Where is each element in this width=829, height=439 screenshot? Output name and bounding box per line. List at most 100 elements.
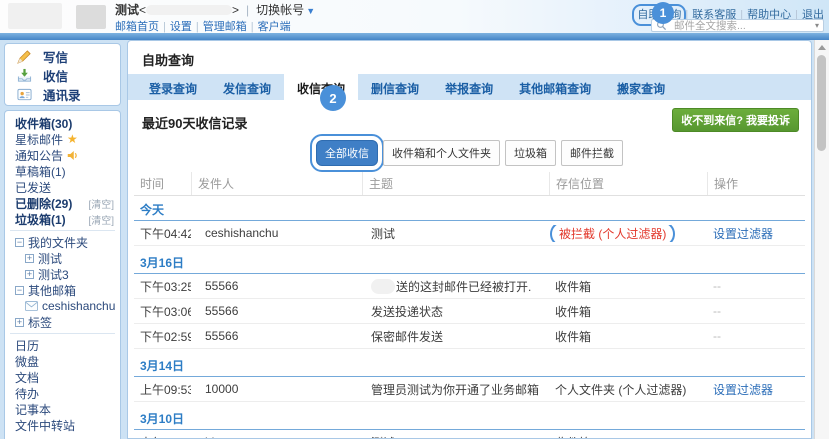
- page-title: 自助查询: [128, 41, 811, 74]
- sidebar-folder-item[interactable]: 文件中转站: [5, 417, 120, 433]
- cell-sender: 55566: [191, 279, 362, 293]
- sidebar-folder-item[interactable]: 垃圾箱(1) [清空]: [5, 211, 120, 227]
- sidebar-folder-item[interactable]: −我的文件夹: [5, 234, 120, 250]
- table-row: 下午02:5955566保密邮件发送收件箱--: [134, 324, 805, 349]
- scroll-up-icon[interactable]: [818, 45, 826, 50]
- no-action-dash: --: [713, 329, 721, 343]
- clear-folder-link[interactable]: [清空]: [88, 212, 114, 227]
- sidebar-folder-item[interactable]: 日历: [5, 337, 120, 353]
- filter-button-0[interactable]: 全部收信: [316, 140, 378, 166]
- sidebar-folder-item[interactable]: 已发送: [5, 179, 120, 195]
- expand-icon[interactable]: +: [25, 270, 34, 279]
- complaint-button[interactable]: 收不到来信? 我要投诉: [672, 108, 799, 132]
- filter-button-3[interactable]: 邮件拦截: [561, 140, 623, 166]
- tab-3[interactable]: 删信查询: [358, 74, 432, 100]
- account-line: 测试<>|切换帐号▼: [115, 3, 315, 18]
- sidebar-folder-item[interactable]: 文档: [5, 369, 120, 385]
- sidebar-action-receive[interactable]: 收信: [5, 66, 120, 85]
- no-action-dash: --: [713, 279, 721, 293]
- scrollbar-thumb[interactable]: [817, 55, 826, 151]
- account-link-3[interactable]: 客户端: [258, 21, 291, 33]
- sidebar-action-compose[interactable]: 写信: [5, 47, 120, 66]
- folder-label: 文档: [15, 369, 39, 386]
- folder-label: 已发送: [15, 179, 51, 196]
- table-row: 下午04:42ceshishanchu测试被拦截 (个人过滤器)设置过滤器: [134, 221, 805, 246]
- tab-5[interactable]: 其他邮箱查询: [506, 74, 604, 100]
- filter-button-1[interactable]: 收件箱和个人文件夹: [383, 140, 500, 166]
- location-text: 收件箱: [555, 436, 591, 439]
- folder-label: 我的文件夹: [28, 234, 88, 251]
- subject-text: 送的这封邮件已经被打开.: [396, 280, 531, 294]
- sidebar-divider: [10, 230, 115, 231]
- cell-time: 上午09:53: [134, 381, 191, 398]
- tab-6[interactable]: 搬家查询: [604, 74, 678, 100]
- cell-subject: 送的这封邮件已经被打开.: [362, 278, 549, 295]
- table-row: 中午11:32hhuu测试收件箱--: [134, 430, 805, 439]
- sidebar-folder-item[interactable]: −其他邮箱: [5, 282, 120, 298]
- sidebar-action-contacts[interactable]: 通讯录: [5, 85, 120, 104]
- subject-text: 发送投递状态: [371, 305, 443, 319]
- sidebar-folder-item[interactable]: 通知公告: [5, 147, 120, 163]
- folder-label: ceshishanchu: [42, 299, 115, 313]
- tab-0[interactable]: 登录查询: [136, 74, 210, 100]
- annotation-step-1: 1: [652, 2, 674, 24]
- tab-4[interactable]: 举报查询: [432, 74, 506, 100]
- sidebar-folder-item[interactable]: +测试: [5, 250, 120, 266]
- cell-location: 收件箱: [549, 303, 707, 320]
- link-separator: |: [251, 21, 254, 33]
- cell-subject: 测试: [362, 434, 549, 439]
- cell-location: 个人文件夹 (个人过滤器): [549, 381, 707, 398]
- table-body: 今天下午04:42ceshishanchu测试被拦截 (个人过滤器)设置过滤器3…: [134, 198, 805, 439]
- account-link-1[interactable]: 设置: [170, 21, 192, 33]
- search-box[interactable]: ▾: [651, 19, 824, 32]
- mail-table: 时间发件人主题存信位置操作 今天下午04:42ceshishanchu测试被拦截…: [134, 172, 805, 439]
- account-link-2[interactable]: 管理邮箱: [203, 21, 247, 33]
- sidebar-folder-item[interactable]: 草稿箱(1): [5, 163, 120, 179]
- switch-account-dropdown-icon[interactable]: ▼: [306, 6, 315, 16]
- folder-label: 日历: [15, 337, 39, 354]
- cell-action: 设置过滤器: [707, 225, 805, 242]
- folder-label: 其他邮箱: [28, 282, 76, 299]
- sidebar-folder-item[interactable]: 已删除(29)[清空]: [5, 195, 120, 211]
- cell-time: 中午11:32: [134, 434, 191, 439]
- set-filter-link[interactable]: 设置过滤器: [713, 227, 773, 241]
- cell-sender: 10000: [191, 382, 362, 396]
- tab-1[interactable]: 发信查询: [210, 74, 284, 100]
- sidebar-folder-item[interactable]: +测试3: [5, 266, 120, 282]
- account-link-0[interactable]: 邮箱首页: [115, 21, 159, 33]
- search-input[interactable]: [674, 20, 812, 31]
- folder-label: 记事本: [15, 401, 51, 418]
- expand-icon[interactable]: +: [25, 254, 34, 263]
- expand-icon[interactable]: +: [15, 318, 24, 327]
- search-dropdown-icon[interactable]: ▾: [815, 21, 819, 30]
- vertical-scrollbar[interactable]: [814, 40, 829, 439]
- sidebar-folder-item[interactable]: 星标邮件★: [5, 131, 120, 147]
- account-name: 测试: [115, 3, 139, 17]
- cell-location: 收件箱: [549, 278, 707, 295]
- sidebar-folder-item[interactable]: 收件箱(30): [5, 115, 120, 131]
- subject-text: 测试: [371, 436, 395, 439]
- collapse-icon[interactable]: −: [15, 238, 24, 247]
- switch-account-link[interactable]: 切换帐号: [256, 3, 304, 17]
- cell-location: 收件箱: [549, 328, 707, 345]
- clear-folder-link[interactable]: [清空]: [88, 196, 114, 211]
- sidebar-folder-item[interactable]: ceshishanchu: [5, 298, 120, 314]
- contacts-icon: [17, 87, 32, 102]
- filter-button-2[interactable]: 垃圾箱: [505, 140, 556, 166]
- sidebar-folder-item[interactable]: 记事本: [5, 401, 120, 417]
- compose-icon: [17, 49, 32, 64]
- set-filter-link[interactable]: 设置过滤器: [713, 383, 773, 397]
- sidebar-folder-item[interactable]: + 标签: [5, 314, 120, 330]
- sidebar-folder-item[interactable]: 待办: [5, 385, 120, 401]
- mail-icon[interactable]: [25, 301, 38, 311]
- redacted-email-address: [146, 5, 232, 15]
- folder-label: 垃圾箱(1): [15, 211, 66, 228]
- collapse-icon[interactable]: −: [15, 286, 24, 295]
- folder-label: 标签: [28, 314, 52, 331]
- sidebar-folder-item[interactable]: 微盘: [5, 353, 120, 369]
- subject-text: 测试: [371, 227, 395, 241]
- cell-action: 设置过滤器: [707, 381, 805, 398]
- folder-label: 待办: [15, 385, 39, 402]
- cell-action: --: [707, 435, 805, 439]
- query-tabs: 登录查询发信查询收信查询删信查询举报查询其他邮箱查询搬家查询: [128, 74, 811, 100]
